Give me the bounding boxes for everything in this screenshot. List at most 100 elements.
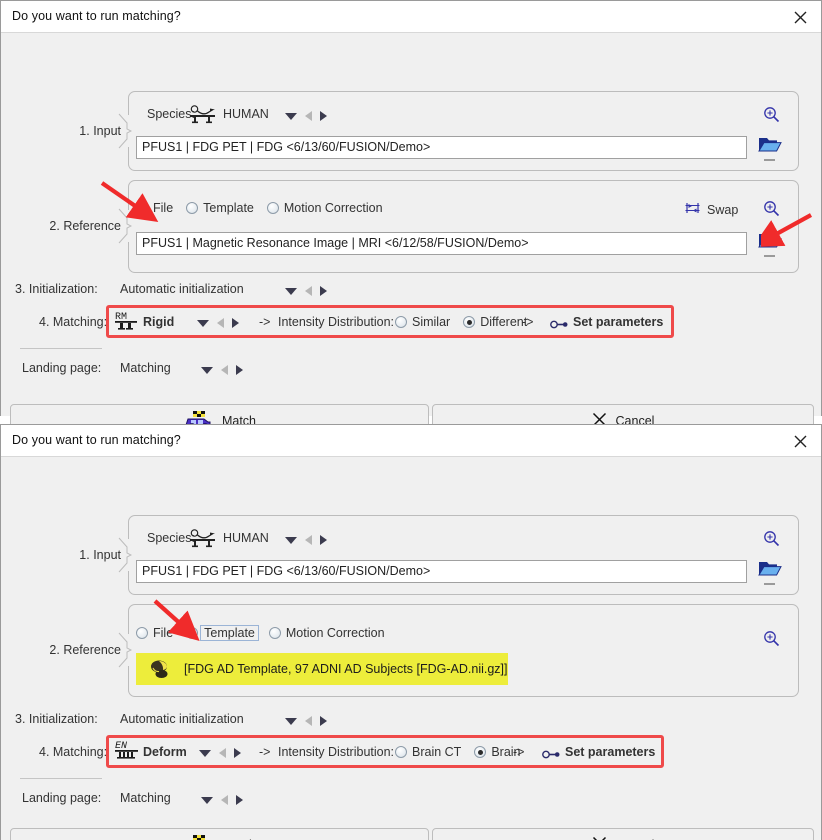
input-file-field[interactable]: PFUS1 | FDG PET | FDG <6/13/60/FUSION/De… <box>136 560 747 583</box>
reference-open-folder-icon[interactable] <box>758 230 782 255</box>
input-open-folder-icon[interactable] <box>758 134 782 159</box>
initialization-prev-icon[interactable] <box>305 286 312 296</box>
reference-mode-motion-correction[interactable]: Motion Correction <box>266 201 383 215</box>
reference-mode-template[interactable]: Template <box>186 201 254 215</box>
reference-mode-motion-correction[interactable]: Motion Correction <box>268 626 385 640</box>
intensity-option-different[interactable]: Different <box>463 315 527 329</box>
key-icon[interactable] <box>550 317 568 335</box>
reference-mode-file[interactable]: File <box>136 201 173 215</box>
dialog-title: Do you want to run matching? <box>12 9 181 23</box>
matching-label: 4. Matching: <box>39 745 108 759</box>
swap-button[interactable]: Swap <box>684 200 738 219</box>
input-section-label: 1. Input <box>79 124 121 138</box>
reference-section-label: 2. Reference <box>49 219 121 233</box>
matching-prev-icon[interactable] <box>217 318 224 328</box>
cancel-button[interactable]: Cancel <box>432 828 814 840</box>
species-prev-icon[interactable] <box>305 111 312 121</box>
radio-dot-brain-ct <box>395 746 407 758</box>
initialization-dropdown-icon[interactable] <box>285 717 297 725</box>
reference-mode-template[interactable]: Template <box>186 625 259 641</box>
input-magnify-plus-icon[interactable] <box>763 106 780 128</box>
dialog-title: Do you want to run matching? <box>12 433 181 447</box>
landing-page-label: Landing page: <box>22 361 102 375</box>
radio-dot-motion-correction <box>266 202 279 214</box>
matching-dropdown-icon[interactable] <box>197 319 209 327</box>
radio-dot-different <box>463 316 476 328</box>
radio-label-file: File <box>153 626 174 640</box>
matching-combo-controls[interactable] <box>197 316 239 330</box>
radio-label-similar: Similar <box>412 315 451 329</box>
match-button[interactable]: Match <box>10 828 429 840</box>
input-open-folder-icon[interactable] <box>758 558 782 583</box>
patient-on-table-icon <box>188 103 218 125</box>
radio-dot-file <box>136 627 148 639</box>
matching-dropdown-icon[interactable] <box>199 749 211 757</box>
dialog-body: 1. Input Species: HUMAN PFUS1 | FDG PET … <box>1 457 821 840</box>
landing-separator <box>20 348 102 349</box>
intensity-option-similar[interactable]: Similar <box>395 315 450 329</box>
reference-magnify-plus-icon[interactable] <box>763 630 780 652</box>
initialization-combo-controls[interactable] <box>285 284 327 298</box>
species-dropdown-icon[interactable] <box>285 536 297 544</box>
reference-mode-radios[interactable]: File Template Motion Correction <box>136 201 396 215</box>
radio-dot-motion-correction <box>268 627 281 639</box>
intensity-distribution-label: Intensity Distribution: <box>278 745 395 759</box>
swap-label: Swap <box>707 202 739 217</box>
swap-icon <box>684 200 701 219</box>
species-combo-controls[interactable] <box>285 109 327 123</box>
matching-dialog-2: Do you want to run matching? 1. Input Sp… <box>0 424 822 840</box>
input-collapse-icon[interactable] <box>764 159 775 161</box>
matching-next-icon[interactable] <box>232 318 239 328</box>
landing-next-icon[interactable] <box>236 795 243 805</box>
dialog-body: 1. Input Species: HUMAN PFUS1 | FDG PET … <box>1 33 821 437</box>
matching-dialog-1: Do you want to run matching? 1. Input Sp… <box>0 0 822 437</box>
set-parameters-label[interactable]: Set parameters <box>573 315 663 329</box>
species-prev-icon[interactable] <box>305 535 312 545</box>
landing-page-label: Landing page: <box>22 791 102 805</box>
initialization-prev-icon[interactable] <box>305 716 312 726</box>
set-parameters-label[interactable]: Set parameters <box>565 745 655 759</box>
landing-next-icon[interactable] <box>236 365 243 375</box>
input-magnify-plus-icon[interactable] <box>763 530 780 552</box>
species-next-icon[interactable] <box>320 535 327 545</box>
reference-mode-radios[interactable]: File Template Motion Correction <box>136 625 398 641</box>
landing-dropdown-icon[interactable] <box>201 366 213 374</box>
input-file-field[interactable]: PFUS1 | FDG PET | FDG <6/13/60/FUSION/De… <box>136 136 747 159</box>
initialization-label: 3. Initialization: <box>15 282 98 296</box>
landing-page-combo-controls[interactable] <box>201 793 243 807</box>
initialization-dropdown-icon[interactable] <box>285 287 297 295</box>
initialization-next-icon[interactable] <box>320 716 327 726</box>
radio-label-template: Template <box>200 625 259 641</box>
matching-arrow-2: -> <box>522 315 534 329</box>
matching-next-icon[interactable] <box>234 748 241 758</box>
landing-prev-icon[interactable] <box>221 365 228 375</box>
reference-mode-file[interactable]: File <box>136 626 173 640</box>
key-icon[interactable] <box>542 747 560 765</box>
matching-combo-controls[interactable] <box>199 746 241 760</box>
dialog-titlebar: Do you want to run matching? <box>1 425 821 457</box>
race-car-icon <box>183 834 213 840</box>
close-icon[interactable] <box>787 430 813 452</box>
initialization-next-icon[interactable] <box>320 286 327 296</box>
matching-arrow-1: -> <box>259 315 271 329</box>
close-icon[interactable] <box>787 6 813 28</box>
template-selection-strip[interactable]: [FDG AD Template, 97 ADNI AD Subjects [F… <box>136 653 508 685</box>
deform-en-icon: EN <box>114 739 140 768</box>
intensity-option-brain-ct[interactable]: Brain CT <box>395 745 461 759</box>
reference-file-field[interactable]: PFUS1 | Magnetic Resonance Image | MRI <… <box>136 232 747 255</box>
species-combo-controls[interactable] <box>285 533 327 547</box>
landing-prev-icon[interactable] <box>221 795 228 805</box>
initialization-label: 3. Initialization: <box>15 712 98 726</box>
landing-dropdown-icon[interactable] <box>201 796 213 804</box>
species-next-icon[interactable] <box>320 111 327 121</box>
radio-label-motion-correction: Motion Correction <box>283 201 383 215</box>
landing-page-combo-controls[interactable] <box>201 363 243 377</box>
reference-collapse-icon[interactable] <box>764 255 775 257</box>
matching-prev-icon[interactable] <box>219 748 226 758</box>
input-collapse-icon[interactable] <box>764 583 775 585</box>
radio-label-motion-correction: Motion Correction <box>285 626 385 640</box>
initialization-combo-controls[interactable] <box>285 714 327 728</box>
species-dropdown-icon[interactable] <box>285 112 297 120</box>
reference-magnify-plus-icon[interactable] <box>763 200 780 222</box>
intensity-distribution-radios[interactable]: Similar Different <box>395 315 540 329</box>
